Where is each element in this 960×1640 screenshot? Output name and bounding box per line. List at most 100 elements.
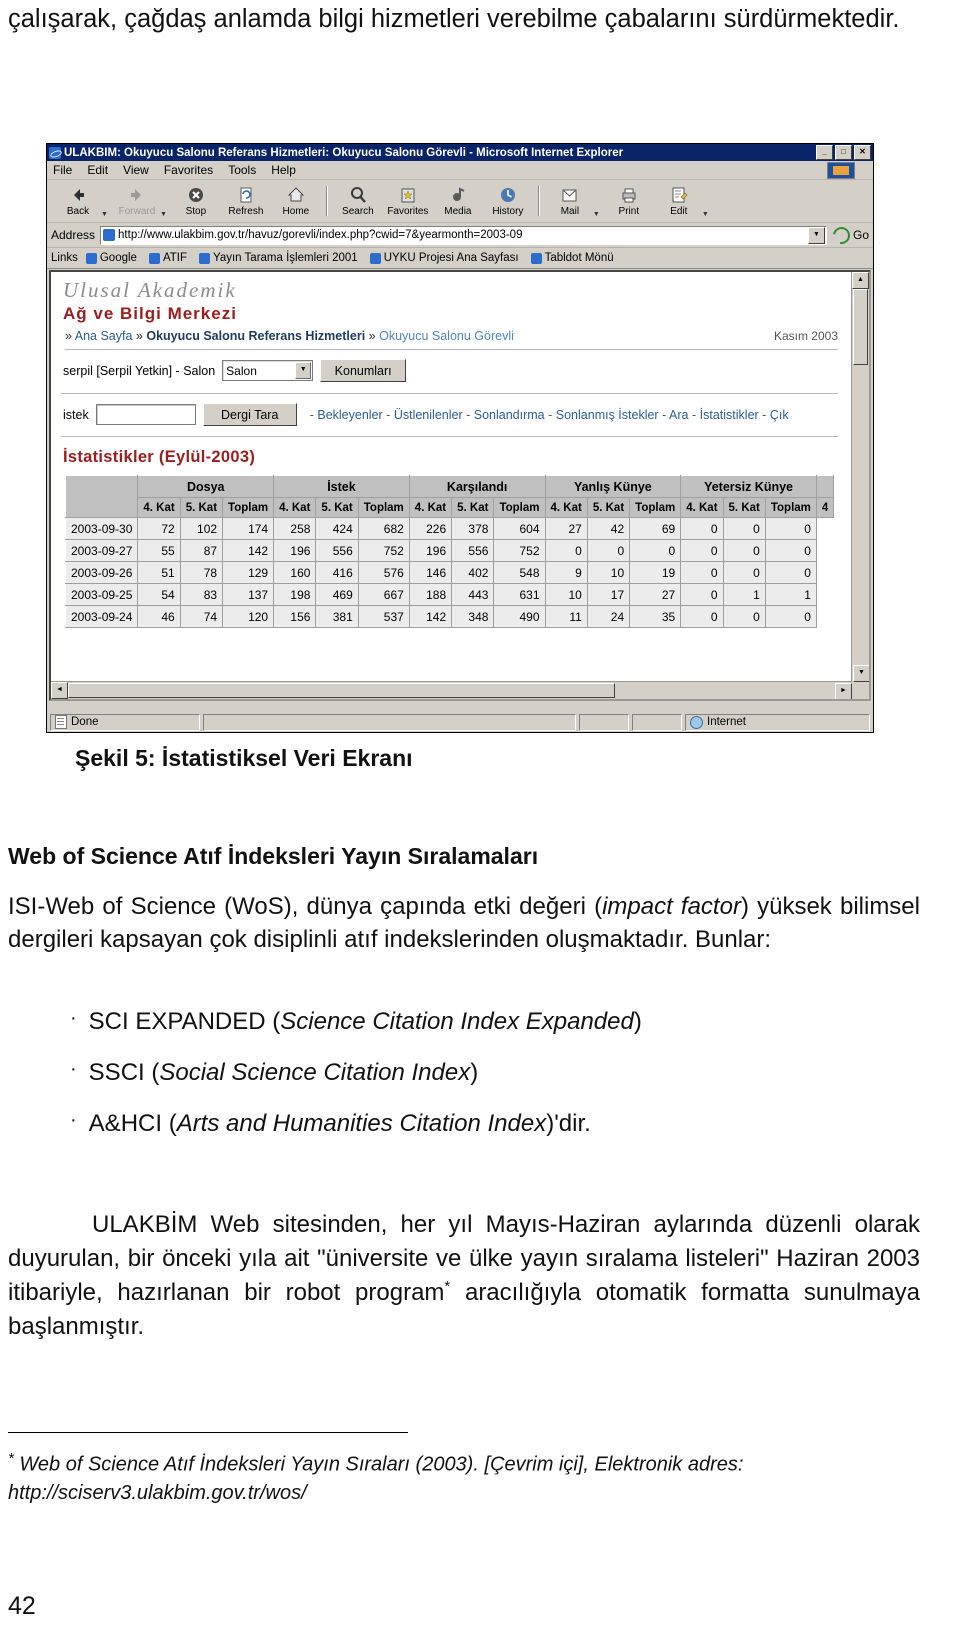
menu-item-favorites[interactable]: Favorites bbox=[164, 163, 213, 177]
toolbar-print-button[interactable]: Print bbox=[604, 185, 654, 217]
cell-date: 2003-09-24 bbox=[64, 605, 139, 628]
breadcrumb-item-referans[interactable]: Okuyucu Salonu Referans Hizmetleri bbox=[146, 329, 365, 343]
nav-link-istatistikler[interactable]: İstatistikler bbox=[700, 408, 759, 422]
list-item-italic: Arts and Humanities Citation Index bbox=[176, 1110, 547, 1138]
edit-dropdown-caret-icon[interactable]: ▼ bbox=[702, 211, 709, 222]
group-header-row: Dosya İstek Karşılandı Yanlış Künye Yete… bbox=[64, 475, 835, 518]
sub-header: 5. Kat bbox=[179, 497, 224, 518]
nav-sep-1: - bbox=[386, 407, 391, 422]
menu-item-file[interactable]: File bbox=[53, 163, 72, 177]
scroll-left-button[interactable]: ◄ bbox=[51, 682, 68, 699]
cell-value: 604 bbox=[493, 517, 546, 540]
scroll-right-button[interactable]: ► bbox=[835, 683, 852, 699]
nav-sep-5: - bbox=[691, 407, 697, 422]
link-google[interactable]: Google bbox=[85, 252, 137, 264]
breadcrumb-item-home[interactable]: Ana Sayfa bbox=[75, 329, 133, 343]
breadcrumb[interactable]: » Ana Sayfa » Okuyucu Salonu Referans Hi… bbox=[65, 329, 514, 343]
cell-value: 416 bbox=[315, 561, 359, 584]
status-filler-3 bbox=[632, 713, 682, 731]
nav-link-ustlenilenler[interactable]: Üstlenilenler bbox=[394, 408, 463, 422]
sub-header: Toplam bbox=[764, 497, 817, 518]
vertical-scrollbar[interactable]: ▲ ▼ bbox=[851, 272, 869, 682]
sub-header: Toplam bbox=[629, 497, 682, 518]
menu-bar[interactable]: File Edit View Favorites Tools Help bbox=[47, 161, 873, 180]
nav-link-bekleyenler[interactable]: Bekleyenler bbox=[317, 408, 382, 422]
toolbar-history-button[interactable]: History bbox=[483, 185, 533, 217]
toolbar-home-button[interactable]: Home bbox=[271, 185, 321, 217]
cell-value: 11 bbox=[544, 605, 588, 628]
nav-link-sonlanmis-istekler[interactable]: Sonlanmış İstekler bbox=[556, 408, 659, 422]
scroll-down-button[interactable]: ▼ bbox=[853, 665, 869, 682]
toolbar-favorites-label: Favorites bbox=[387, 206, 429, 217]
internet-explorer-icon bbox=[49, 146, 61, 159]
cell-value: 0 bbox=[764, 539, 817, 562]
toolbar-forward-button[interactable]: Forward bbox=[112, 185, 162, 217]
cell-value: 69 bbox=[629, 517, 682, 540]
link-uyku-projesi[interactable]: UYKU Projesi Ana Sayfası bbox=[369, 252, 519, 264]
close-button[interactable]: ✕ bbox=[854, 145, 871, 160]
chevron-down-icon[interactable]: ▼ bbox=[295, 362, 312, 379]
address-bar[interactable]: Address http://www.ulakbim.gov.tr/havuz/… bbox=[47, 223, 873, 248]
toolbar-back-button[interactable]: Back bbox=[53, 185, 103, 217]
forward-dropdown-caret-icon[interactable]: ▼ bbox=[160, 211, 167, 222]
horizontal-scrollbar[interactable]: ◄ ► bbox=[51, 681, 852, 699]
location-select[interactable]: Salon ▼ bbox=[222, 360, 314, 381]
window-controls[interactable]: _ □ ✕ bbox=[816, 145, 871, 160]
cell-value: 74 bbox=[179, 605, 224, 628]
link-tabldot-monu[interactable]: Tabldot Mönü bbox=[530, 252, 614, 264]
menu-item-tools[interactable]: Tools bbox=[228, 163, 256, 177]
nav-sep-3: - bbox=[548, 407, 553, 422]
page-number: 42 bbox=[8, 1592, 36, 1620]
menu-item-help[interactable]: Help bbox=[271, 163, 296, 177]
mail-dropdown-caret-icon[interactable]: ▼ bbox=[593, 211, 600, 222]
dergi-tara-button[interactable]: Dergi Tara bbox=[202, 403, 297, 426]
figure-caption: Şekil 5: İstatistiksel Veri Ekranı bbox=[75, 745, 413, 771]
menu-item-edit[interactable]: Edit bbox=[87, 163, 108, 177]
vertical-scroll-thumb[interactable] bbox=[853, 289, 868, 365]
horizontal-scroll-thumb[interactable] bbox=[68, 683, 615, 698]
edit-icon bbox=[669, 185, 689, 205]
toolbar-refresh-button[interactable]: Refresh bbox=[221, 185, 271, 217]
cell-value: 0 bbox=[722, 561, 766, 584]
go-button[interactable]: Go bbox=[829, 223, 869, 247]
toolbar-favorites-button[interactable]: Favorites bbox=[383, 185, 433, 217]
cell-value: 78 bbox=[179, 561, 224, 584]
search-row: istek Dergi Tara - Bekleyenler - Üstleni… bbox=[51, 394, 852, 426]
favorites-star-icon bbox=[398, 185, 418, 205]
locations-button[interactable]: Konumları bbox=[320, 359, 407, 382]
go-arrow-icon bbox=[829, 223, 854, 247]
toolbar-stop-label: Stop bbox=[185, 206, 207, 217]
list-item-italic: Social Science Citation Index bbox=[159, 1059, 471, 1087]
site-brand-line1: Ulusal Akademik bbox=[63, 278, 237, 302]
toolbar-search-button[interactable]: Search bbox=[333, 185, 383, 217]
address-input[interactable]: http://www.ulakbim.gov.tr/havuz/gorevli/… bbox=[100, 225, 827, 245]
breadcrumb-sep-3: » bbox=[368, 329, 376, 343]
toolbar-media-button[interactable]: Media bbox=[433, 185, 483, 217]
bullet-icon: · bbox=[70, 1007, 77, 1029]
toolbar-edit-button[interactable]: Edit bbox=[654, 185, 704, 217]
minimize-button[interactable]: _ bbox=[816, 145, 833, 160]
nav-link-sonlandirma[interactable]: Sonlandırma bbox=[474, 408, 545, 422]
link-atif[interactable]: ATIF bbox=[148, 252, 187, 264]
footnote-address-label: Elektronik adres: bbox=[594, 1453, 744, 1476]
nav-link-cik[interactable]: Çık bbox=[770, 408, 789, 422]
cell-value: 226 bbox=[408, 517, 453, 540]
footnote-rule bbox=[8, 1432, 408, 1433]
istek-input[interactable] bbox=[95, 404, 196, 425]
toolbar-home-label: Home bbox=[282, 206, 310, 217]
nav-links[interactable]: - Bekleyenler - Üstlenilenler - Sonlandı… bbox=[310, 408, 789, 422]
toolbar-mail-button[interactable]: Mail bbox=[545, 185, 595, 217]
browser-toolbar[interactable]: Back ▼ Forward ▼ Stop Refresh Home Searc… bbox=[47, 180, 873, 223]
cell-value: 10 bbox=[586, 561, 631, 584]
nav-link-ara[interactable]: Ara bbox=[669, 408, 688, 422]
links-bar[interactable]: Links Google ATIF Yayın Tarama İşlemleri… bbox=[47, 248, 873, 269]
toolbar-stop-button[interactable]: Stop bbox=[171, 185, 221, 217]
address-dropdown-icon[interactable]: ▼ bbox=[807, 226, 825, 244]
forward-arrow-icon bbox=[127, 185, 147, 205]
menu-item-view[interactable]: View bbox=[123, 163, 149, 177]
back-dropdown-caret-icon[interactable]: ▼ bbox=[101, 211, 108, 222]
maximize-button[interactable]: □ bbox=[835, 145, 852, 160]
link-yayin-tarama[interactable]: Yayın Tarama İşlemleri 2001 bbox=[199, 252, 358, 264]
breadcrumb-item-current: Okuyucu Salonu Görevli bbox=[379, 329, 514, 343]
scroll-up-button[interactable]: ▲ bbox=[852, 272, 869, 289]
